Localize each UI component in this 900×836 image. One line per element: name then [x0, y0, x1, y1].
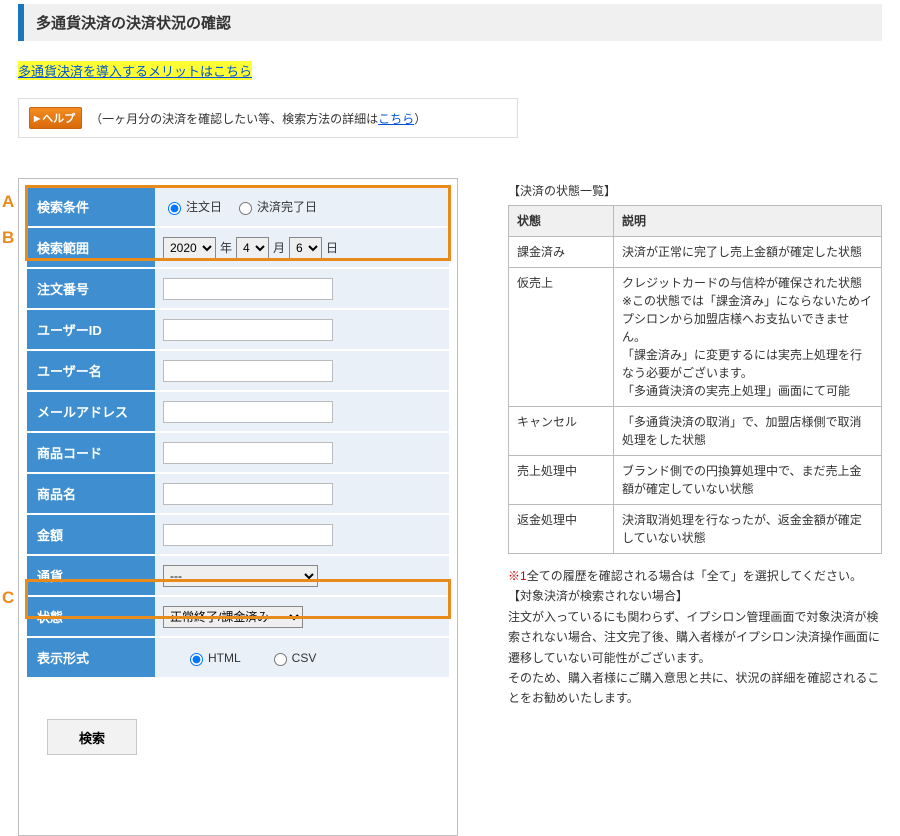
year-suffix: 年	[220, 239, 232, 256]
row-status: 状態 正常終了/課金済み	[27, 597, 449, 638]
help-row: ヘルプ （一ヶ月分の決済を確認したい等、検索方法の詳細はこちら）	[18, 98, 518, 138]
currency-select[interactable]: ---	[163, 565, 318, 587]
row-format: 表示形式 HTML CSV	[27, 638, 449, 679]
pcode-input[interactable]	[163, 442, 333, 464]
search-form: 検索条件 注文日 決済完了日 検索範囲 2020 年 4 月	[18, 178, 458, 836]
label-range: 検索範囲	[27, 228, 155, 267]
row-uname: ユーザー名	[27, 351, 449, 392]
day-select[interactable]: 6	[289, 237, 322, 259]
row-mail: メールアドレス	[27, 392, 449, 433]
status-table: 状態 説明 課金済み決済が正常に完了し売上金額が確定した状態 仮売上クレジットカ…	[508, 205, 882, 554]
status-desc: 決済が正常に完了し売上金額が確定した状態	[614, 237, 882, 268]
day-suffix: 日	[326, 239, 338, 256]
label-uname: ユーザー名	[27, 351, 155, 390]
status-name: 売上処理中	[509, 456, 614, 505]
label-mail: メールアドレス	[27, 392, 155, 431]
row-currency: 通貨 ---	[27, 556, 449, 597]
status-select[interactable]: 正常終了/課金済み	[163, 606, 303, 628]
radio-settle-date[interactable]: 決済完了日	[234, 198, 317, 215]
order-input[interactable]	[163, 278, 333, 300]
row-order: 注文番号	[27, 269, 449, 310]
help-text-prefix: （一ヶ月分の決済を確認したい等、検索方法の詳細は	[90, 112, 378, 126]
label-cond: 検索条件	[27, 187, 155, 226]
radio-order-date[interactable]: 注文日	[163, 198, 222, 215]
status-head-b: 説明	[614, 206, 882, 237]
status-desc: 決済取消処理を行なったが、返金金額が確定していない状態	[614, 505, 882, 554]
note-2: 【対象決済が検索されない場合】	[508, 589, 688, 603]
note-1-prefix: ※1	[508, 569, 527, 583]
row-uid: ユーザーID	[27, 310, 449, 351]
table-row: 課金済み決済が正常に完了し売上金額が確定した状態	[509, 237, 882, 268]
table-row: 売上処理中ブランド側での円換算処理中で、まだ売上金額が確定していない状態	[509, 456, 882, 505]
marker-a: A	[2, 192, 14, 212]
month-select[interactable]: 4	[236, 237, 269, 259]
label-pcode: 商品コード	[27, 433, 155, 472]
row-amount: 金額	[27, 515, 449, 556]
mail-input[interactable]	[163, 401, 333, 423]
year-select[interactable]: 2020	[163, 237, 216, 259]
note-1-body: 全ての履歴を確認される場合は「全て」を選択してください。	[527, 569, 862, 583]
row-pname: 商品名	[27, 474, 449, 515]
row-range: 検索範囲 2020 年 4 月 6 日	[27, 228, 449, 269]
label-uid: ユーザーID	[27, 310, 155, 349]
label-amount: 金額	[27, 515, 155, 554]
notes: ※1全ての履歴を確認される場合は「全て」を選択してください。 【対象決済が検索さ…	[508, 566, 882, 709]
marker-c: C	[2, 588, 14, 608]
radio-html[interactable]: HTML	[185, 650, 241, 666]
radio-csv[interactable]: CSV	[269, 650, 317, 666]
status-name: 課金済み	[509, 237, 614, 268]
status-desc: クレジットカードの与信枠が確保された状態 ※この状態では「課金済み」にならないた…	[614, 268, 882, 407]
status-name: 返金処理中	[509, 505, 614, 554]
status-name: 仮売上	[509, 268, 614, 407]
status-head-a: 状態	[509, 206, 614, 237]
label-status: 状態	[27, 597, 155, 636]
uname-input[interactable]	[163, 360, 333, 382]
pname-input[interactable]	[163, 483, 333, 505]
label-order: 注文番号	[27, 269, 155, 308]
row-cond: 検索条件 注文日 決済完了日	[27, 187, 449, 228]
note-4: そのため、購入者様にご購入意思と共に、状況の詳細を確認されることをお勧めいたしま…	[508, 671, 879, 705]
table-row: 仮売上クレジットカードの与信枠が確保された状態 ※この状態では「課金済み」になら…	[509, 268, 882, 407]
label-format: 表示形式	[27, 638, 155, 677]
marker-b: B	[2, 228, 14, 248]
help-link[interactable]: こちら	[378, 112, 414, 126]
amount-input[interactable]	[163, 524, 333, 546]
month-suffix: 月	[273, 239, 285, 256]
help-button[interactable]: ヘルプ	[29, 107, 82, 129]
status-desc: 「多通貨決済の取消」で、加盟店様側で取消処理をした状態	[614, 407, 882, 456]
help-text-suffix: ）	[414, 112, 426, 126]
note-3: 注文が入っているにも関わらず、イプシロン管理画面で対象決済が検索されない場合、注…	[508, 610, 880, 665]
search-button[interactable]: 検索	[47, 719, 137, 755]
label-currency: 通貨	[27, 556, 155, 595]
uid-input[interactable]	[163, 319, 333, 341]
label-pname: 商品名	[27, 474, 155, 513]
status-caption: 【決済の状態一覧】	[508, 182, 882, 199]
status-name: キャンセル	[509, 407, 614, 456]
help-text: （一ヶ月分の決済を確認したい等、検索方法の詳細はこちら）	[90, 110, 426, 127]
table-row: 返金処理中決済取消処理を行なったが、返金金額が確定していない状態	[509, 505, 882, 554]
row-pcode: 商品コード	[27, 433, 449, 474]
table-row: キャンセル「多通貨決済の取消」で、加盟店様側で取消処理をした状態	[509, 407, 882, 456]
status-desc: ブランド側での円換算処理中で、まだ売上金額が確定していない状態	[614, 456, 882, 505]
page-title: 多通貨決済の決済状況の確認	[18, 4, 882, 41]
promo-link[interactable]: 多通貨決済を導入するメリットはこちら	[18, 61, 252, 80]
